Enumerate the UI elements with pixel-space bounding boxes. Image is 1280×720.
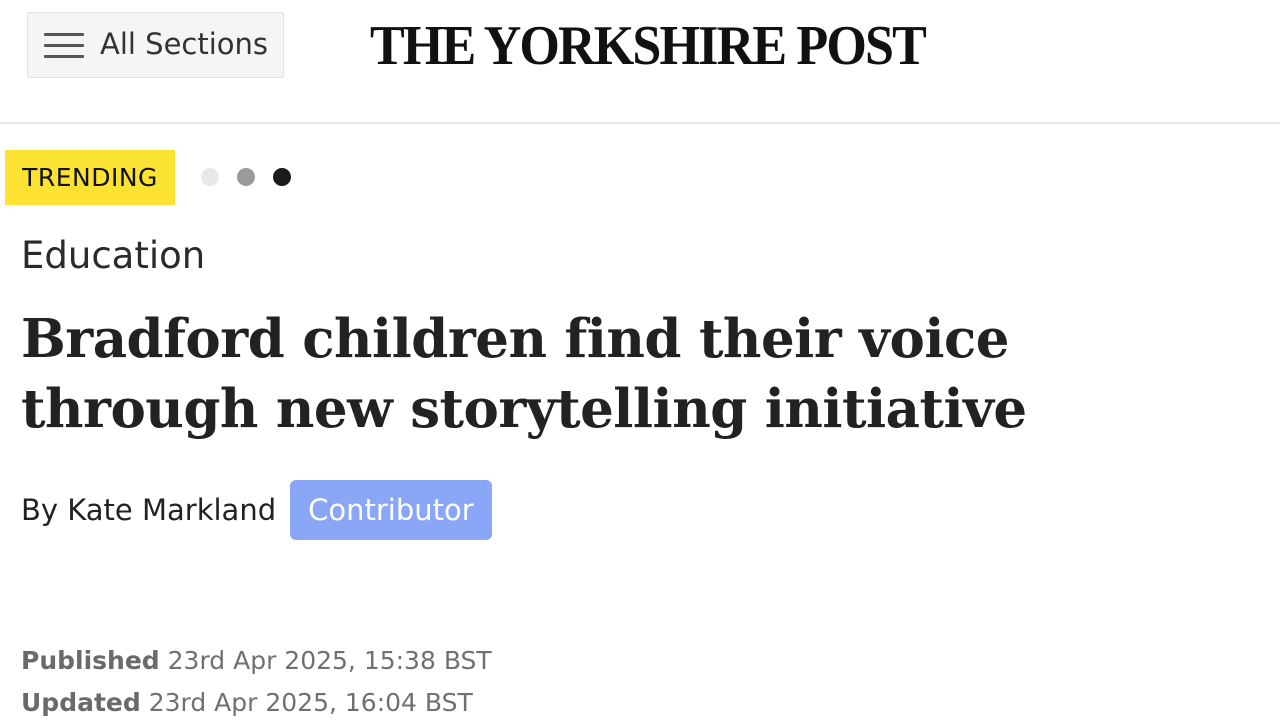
author-name[interactable]: By Kate Markland (21, 493, 276, 527)
updated-date: 23rd Apr 2025, 16:04 BST (148, 688, 473, 717)
carousel-dot-2[interactable] (237, 168, 255, 186)
article-headline: Bradford children find their voice throu… (21, 308, 1027, 440)
site-logo[interactable]: THE YORKSHIRE POST (370, 14, 927, 77)
article-category[interactable]: Education (21, 234, 205, 277)
hamburger-menu-icon (44, 32, 84, 60)
trending-badge: TRENDING (5, 150, 175, 205)
carousel-dot-3-active[interactable] (273, 168, 291, 186)
updated-label: Updated (21, 688, 141, 717)
menu-button-label: All Sections (100, 27, 269, 61)
site-header: All Sections THE YORKSHIRE POST (0, 0, 1280, 124)
article-byline: By Kate Markland Contributor (21, 480, 492, 540)
carousel-dot-1[interactable] (201, 168, 219, 186)
published-date: 23rd Apr 2025, 15:38 BST (167, 646, 492, 675)
published-timestamp: Published 23rd Apr 2025, 15:38 BST (21, 646, 492, 675)
all-sections-menu-button[interactable]: All Sections (27, 12, 284, 78)
published-label: Published (21, 646, 160, 675)
contributor-badge: Contributor (290, 480, 492, 540)
updated-timestamp: Updated 23rd Apr 2025, 16:04 BST (21, 688, 473, 717)
